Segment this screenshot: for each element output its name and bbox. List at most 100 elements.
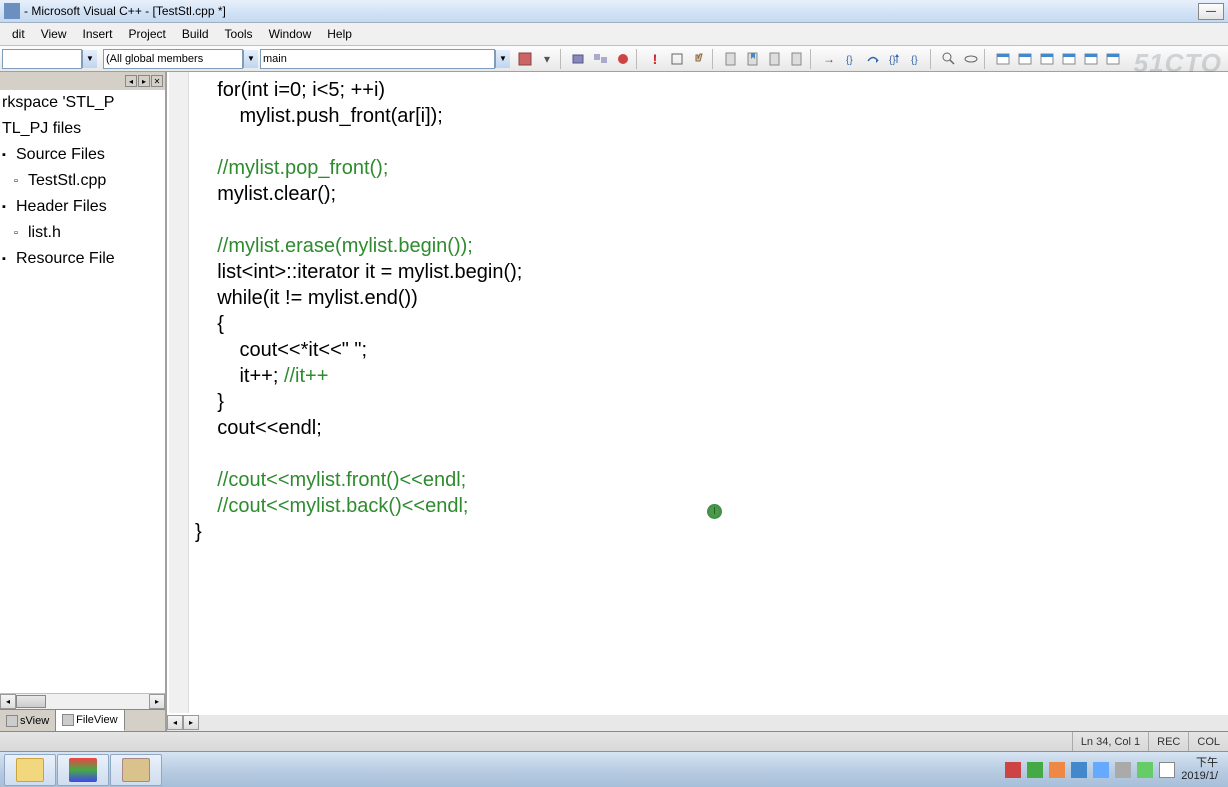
svg-text:{}: {} bbox=[911, 55, 918, 66]
tray-network-icon[interactable] bbox=[1093, 762, 1109, 778]
function-dropdown[interactable]: main bbox=[260, 49, 495, 69]
window-icon-6[interactable] bbox=[1102, 48, 1124, 70]
system-tray: 下午 2019/1/ bbox=[1005, 757, 1224, 783]
tray-volume-icon[interactable] bbox=[1115, 762, 1131, 778]
explorer-icon bbox=[16, 758, 44, 782]
menu-tools[interactable]: Tools bbox=[217, 25, 261, 43]
quickwatch-icon[interactable] bbox=[938, 48, 960, 70]
function-dropdown-arrow[interactable]: ▼ bbox=[495, 50, 510, 68]
watch-icon[interactable] bbox=[960, 48, 982, 70]
editor-pane: for(int i=0; i<5; ++i) mylist.push_front… bbox=[167, 72, 1228, 731]
classview-icon bbox=[6, 715, 18, 727]
taskbar-explorer-button[interactable] bbox=[4, 754, 56, 786]
paint-icon bbox=[122, 758, 150, 782]
taskbar-paint-button[interactable] bbox=[110, 754, 162, 786]
stop-build-icon[interactable] bbox=[612, 48, 634, 70]
folder-icon: ▪ bbox=[2, 246, 14, 272]
main-area: ◂ ▸ ✕ rkspace 'STL_P TL_PJ files ▪Source… bbox=[0, 72, 1228, 731]
title-bar: - Microsoft Visual C++ - [TestStl.cpp *]… bbox=[0, 0, 1228, 23]
menu-window[interactable]: Window bbox=[261, 25, 320, 43]
sidebar-prev-icon[interactable]: ◂ bbox=[125, 75, 137, 87]
menu-view[interactable]: View bbox=[33, 25, 75, 43]
tray-battery-icon[interactable] bbox=[1137, 762, 1153, 778]
taskbar-vc-button[interactable] bbox=[57, 754, 109, 786]
bookmark-icon[interactable] bbox=[742, 48, 764, 70]
scope-dropdown[interactable]: (All global members bbox=[103, 49, 243, 69]
tool-icon[interactable] bbox=[514, 48, 536, 70]
hand-icon[interactable] bbox=[688, 48, 710, 70]
vc-icon bbox=[69, 758, 97, 782]
window-buttons: — bbox=[1198, 3, 1224, 20]
file-icon: ▫ bbox=[14, 168, 26, 194]
sidebar-header: ◂ ▸ ✕ bbox=[0, 72, 165, 90]
sidebar-hscroll[interactable]: ◂ ▸ bbox=[0, 693, 165, 709]
next-bookmark-icon[interactable] bbox=[764, 48, 786, 70]
menu-edit[interactable]: dit bbox=[4, 25, 33, 43]
folder-icon: ▪ bbox=[2, 194, 14, 220]
scroll-right-icon[interactable]: ▸ bbox=[149, 694, 165, 709]
code-editor[interactable]: for(int i=0; i<5; ++i) mylist.push_front… bbox=[167, 72, 1228, 715]
tray-icon-3[interactable] bbox=[1049, 762, 1065, 778]
tray-action-icon[interactable] bbox=[1159, 762, 1175, 778]
tree-header-folder[interactable]: ▪Header Files bbox=[0, 194, 165, 220]
app-icon bbox=[4, 3, 20, 19]
cursor-indicator-icon: I bbox=[707, 504, 722, 519]
window-icon-3[interactable] bbox=[1036, 48, 1058, 70]
svg-text:!: ! bbox=[653, 51, 658, 67]
editor-scroll-right-icon[interactable]: ▸ bbox=[183, 715, 199, 730]
config-dropdown-arrow[interactable]: ▼ bbox=[82, 50, 97, 68]
editor-hscroll[interactable]: ◂ ▸ bbox=[167, 715, 1228, 731]
tree-workspace[interactable]: rkspace 'STL_P bbox=[0, 90, 165, 116]
step-into-icon[interactable]: {} bbox=[840, 48, 862, 70]
prev-bookmark-icon[interactable] bbox=[786, 48, 808, 70]
workspace-sidebar: ◂ ▸ ✕ rkspace 'STL_P TL_PJ files ▪Source… bbox=[0, 72, 167, 731]
tray-clock[interactable]: 下午 2019/1/ bbox=[1181, 757, 1218, 783]
tree-source-folder[interactable]: ▪Source Files bbox=[0, 142, 165, 168]
status-position: Ln 34, Col 1 bbox=[1072, 732, 1148, 751]
step-over-icon[interactable] bbox=[862, 48, 884, 70]
window-icon-4[interactable] bbox=[1058, 48, 1080, 70]
menu-help[interactable]: Help bbox=[319, 25, 360, 43]
tree-project[interactable]: TL_PJ files bbox=[0, 116, 165, 142]
status-rec: REC bbox=[1148, 732, 1188, 751]
svg-text:{}: {} bbox=[846, 55, 853, 66]
right-arrow-icon[interactable]: → bbox=[818, 48, 840, 70]
arrow-down-icon[interactable]: ▾ bbox=[536, 48, 558, 70]
config-dropdown[interactable] bbox=[2, 49, 82, 69]
sidebar-close-icon[interactable]: ✕ bbox=[151, 75, 163, 87]
editor-scroll-left-icon[interactable]: ◂ bbox=[167, 715, 183, 730]
run-to-cursor-icon[interactable]: {} bbox=[906, 48, 928, 70]
step-out-icon[interactable]: {} bbox=[884, 48, 906, 70]
window-icon-2[interactable] bbox=[1014, 48, 1036, 70]
window-icon-5[interactable] bbox=[1080, 48, 1102, 70]
tray-icon-2[interactable] bbox=[1027, 762, 1043, 778]
exclamation-icon[interactable]: ! bbox=[644, 48, 666, 70]
tray-icon-1[interactable] bbox=[1005, 762, 1021, 778]
windows-taskbar: 下午 2019/1/ bbox=[0, 751, 1228, 787]
workspace-tree[interactable]: rkspace 'STL_P TL_PJ files ▪Source Files… bbox=[0, 90, 165, 693]
menu-bar: dit View Insert Project Build Tools Wind… bbox=[0, 23, 1228, 46]
toolbar: ▼ (All global members ▼ main ▼ ▾ ! → {} … bbox=[0, 46, 1228, 72]
tree-resource-folder[interactable]: ▪Resource File bbox=[0, 246, 165, 272]
file-icon: ▫ bbox=[14, 220, 26, 246]
tree-source-file[interactable]: ▫TestStl.cpp bbox=[0, 168, 165, 194]
go-icon[interactable] bbox=[666, 48, 688, 70]
menu-project[interactable]: Project bbox=[121, 25, 174, 43]
sidebar-next-icon[interactable]: ▸ bbox=[138, 75, 150, 87]
tab-fileview[interactable]: FileView bbox=[56, 710, 124, 731]
toggle-breakpoint-icon[interactable] bbox=[720, 48, 742, 70]
fileview-icon bbox=[62, 714, 74, 726]
sidebar-tabs: sView FileView bbox=[0, 709, 165, 731]
tray-icon-4[interactable] bbox=[1071, 762, 1087, 778]
menu-insert[interactable]: Insert bbox=[74, 25, 120, 43]
scroll-left-icon[interactable]: ◂ bbox=[0, 694, 16, 709]
menu-build[interactable]: Build bbox=[174, 25, 217, 43]
scope-dropdown-arrow[interactable]: ▼ bbox=[243, 50, 258, 68]
compile-icon[interactable] bbox=[568, 48, 590, 70]
window-icon-1[interactable] bbox=[992, 48, 1014, 70]
minimize-button[interactable]: — bbox=[1198, 3, 1224, 20]
tree-header-file[interactable]: ▫list.h bbox=[0, 220, 165, 246]
tab-classview[interactable]: sView bbox=[0, 710, 56, 731]
scroll-thumb[interactable] bbox=[16, 695, 46, 708]
build-icon[interactable] bbox=[590, 48, 612, 70]
